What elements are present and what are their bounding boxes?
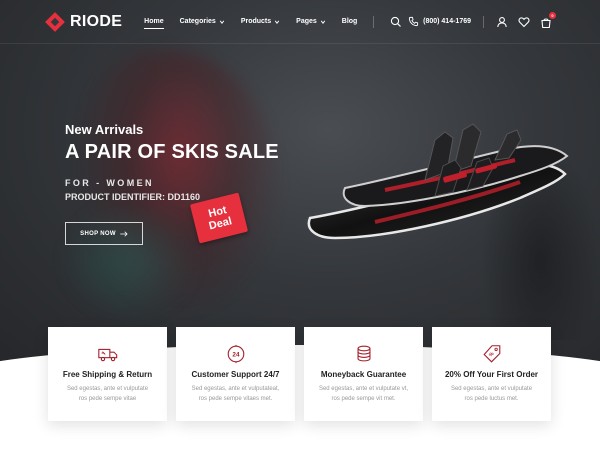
hero-background-shadow bbox=[60, 200, 200, 320]
nav-divider bbox=[373, 15, 375, 28]
nav-item-label: Home bbox=[144, 18, 164, 25]
feature-desc-line: Sed egestas, ante et vulputateat, bbox=[191, 386, 280, 392]
feature-cards: Free Shipping & Return Sed egestas, ante… bbox=[48, 327, 553, 421]
feature-card-support[interactable]: 24 Customer Support 24/7 Sed egestas, an… bbox=[176, 327, 295, 421]
feature-desc-line: ros pede sempe vitae bbox=[78, 396, 137, 402]
heart-icon[interactable] bbox=[518, 16, 530, 28]
shop-now-label: SHOP NOW bbox=[80, 230, 116, 237]
feature-description: Sed egestas, ante et vulputate ros pede … bbox=[59, 384, 156, 404]
coins-icon bbox=[356, 345, 371, 362]
header-actions: (800) 414-1769 0 bbox=[408, 11, 556, 28]
feature-desc-line: Sed egestas, ante et vulputate vt, bbox=[318, 386, 409, 392]
feature-card-moneyback[interactable]: Moneyback Guarantee Sed egestas, ante et… bbox=[304, 327, 423, 421]
hero-content: New Arrivals A PAIR OF SKIS SALE FOR - W… bbox=[65, 122, 279, 202]
cart-count-badge: 0 bbox=[549, 11, 556, 19]
hero-title: A PAIR OF SKIS SALE bbox=[65, 141, 279, 163]
arrow-right-icon bbox=[120, 230, 128, 237]
logo-text: RIODE bbox=[70, 12, 123, 30]
hero-product-identifier: PRODUCT IDENTIFIER: DD1160 bbox=[65, 192, 201, 202]
feature-desc-line: ros pede sempe vitaes met. bbox=[198, 396, 273, 402]
svg-text:24: 24 bbox=[232, 352, 240, 359]
feature-title: 20% Off Your First Order bbox=[444, 370, 539, 379]
feature-desc-line: ros pede sempe vit met. bbox=[331, 396, 396, 402]
shop-now-button[interactable]: SHOP NOW bbox=[65, 222, 143, 245]
phone-contact[interactable]: (800) 414-1769 bbox=[408, 16, 471, 27]
discount-tag-icon: % bbox=[482, 345, 500, 363]
nav-item-pages[interactable]: Pages bbox=[296, 18, 326, 25]
svg-text:%: % bbox=[488, 351, 496, 359]
support-24-icon: 24 bbox=[227, 344, 244, 364]
main-nav: Home Categories Products Pages Blog bbox=[144, 15, 402, 29]
site-header: RIODE Home Categories Products Pages Blo… bbox=[0, 0, 600, 44]
feature-description: Sed egestas, ante et vulputate vt, ros p… bbox=[311, 384, 416, 404]
chevron-down-icon bbox=[219, 20, 224, 24]
nav-item-products[interactable]: Products bbox=[241, 18, 280, 25]
feature-card-shipping[interactable]: Free Shipping & Return Sed egestas, ante… bbox=[48, 327, 167, 421]
cart-button[interactable]: 0 bbox=[540, 11, 556, 28]
feature-description: Sed egestas, ante et vulputate ros pede … bbox=[443, 384, 540, 404]
feature-title: Moneyback Guarantee bbox=[320, 370, 407, 379]
nav-item-categories[interactable]: Categories bbox=[180, 18, 225, 25]
nav-item-home[interactable]: Home bbox=[144, 18, 165, 29]
nav-item-label: Pages bbox=[296, 18, 317, 25]
feature-description: Sed egestas, ante et vulputateat, ros pe… bbox=[184, 384, 288, 404]
ski-product-image bbox=[307, 123, 569, 240]
logo[interactable]: RIODE bbox=[45, 11, 123, 32]
nav-item-label: Blog bbox=[341, 18, 358, 25]
nav-item-label: Products bbox=[240, 18, 272, 25]
header-divider bbox=[483, 15, 484, 28]
feature-desc-line: Sed egestas, ante et vulputate bbox=[66, 386, 149, 392]
nav-item-blog[interactable]: Blog bbox=[342, 18, 358, 25]
chevron-down-icon bbox=[274, 20, 280, 24]
phone-icon bbox=[409, 16, 419, 27]
feature-title: Customer Support 24/7 bbox=[191, 370, 280, 379]
nav-item-label: Categories bbox=[179, 18, 216, 25]
hero-for-text: FOR - WOMEN bbox=[65, 178, 154, 188]
logo-diamond-icon bbox=[45, 11, 65, 32]
hero-for-line: FOR - WOMEN bbox=[65, 178, 279, 188]
feature-desc-line: ros pede luctus met. bbox=[464, 396, 519, 402]
search-icon[interactable] bbox=[390, 16, 402, 28]
truck-icon bbox=[97, 348, 117, 362]
hero-subtitle: New Arrivals bbox=[65, 122, 144, 137]
feature-card-discount[interactable]: % 20% Off Your First Order Sed egestas, … bbox=[432, 327, 551, 421]
phone-number: (800) 414-1769 bbox=[423, 18, 471, 25]
feature-desc-line: Sed egestas, ante et vulputate bbox=[450, 386, 533, 392]
feature-title: Free Shipping & Return bbox=[62, 370, 153, 379]
chevron-down-icon bbox=[320, 20, 325, 24]
user-icon[interactable] bbox=[496, 16, 508, 28]
